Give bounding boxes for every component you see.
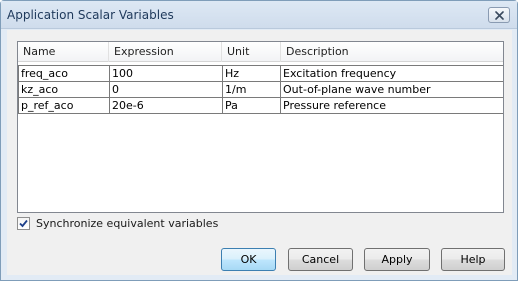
checkmark-icon	[19, 219, 28, 228]
cell-unit[interactable]: Hz	[223, 65, 281, 82]
variables-table: Name Expression Unit Description freq_ac…	[17, 41, 504, 213]
table-row[interactable]: p_ref_aco 20e-6 Pa Pressure reference	[18, 97, 503, 114]
cell-unit[interactable]: Pa	[223, 97, 281, 114]
cell-expression[interactable]: 20e-6	[110, 97, 223, 114]
ok-button[interactable]: OK	[221, 248, 276, 271]
help-button[interactable]: Help	[441, 248, 505, 271]
cell-expression[interactable]: 100	[110, 65, 223, 82]
cell-unit[interactable]: 1/m	[223, 81, 281, 98]
apply-button[interactable]: Apply	[364, 248, 430, 271]
dialog-window: Application Scalar Variables Name Expres…	[0, 0, 518, 281]
table-header: Name Expression Unit Description	[18, 42, 503, 62]
table-row[interactable]: kz_aco 0 1/m Out-of-plane wave number	[18, 81, 503, 98]
synchronize-checkbox[interactable]	[17, 217, 30, 230]
dialog-body: Name Expression Unit Description freq_ac…	[7, 30, 512, 275]
cell-description[interactable]: Excitation frequency	[281, 65, 503, 82]
cell-description[interactable]: Out-of-plane wave number	[281, 81, 503, 98]
cell-description[interactable]: Pressure reference	[281, 97, 503, 114]
close-icon	[494, 10, 504, 20]
synchronize-label: Synchronize equivalent variables	[36, 217, 219, 230]
column-header-name[interactable]: Name	[18, 42, 109, 62]
cell-expression[interactable]: 0	[110, 81, 223, 98]
cancel-button[interactable]: Cancel	[288, 248, 353, 271]
column-header-description[interactable]: Description	[281, 42, 503, 62]
close-button[interactable]	[488, 7, 510, 23]
cell-name[interactable]: kz_aco	[18, 81, 110, 98]
dialog-title: Application Scalar Variables	[7, 8, 174, 22]
table-row[interactable]: freq_aco 100 Hz Excitation frequency	[18, 65, 503, 82]
cell-name[interactable]: freq_aco	[18, 65, 110, 82]
column-header-expression[interactable]: Expression	[109, 42, 222, 62]
cell-name[interactable]: p_ref_aco	[18, 97, 110, 114]
column-header-unit[interactable]: Unit	[222, 42, 281, 62]
title-bar: Application Scalar Variables	[1, 1, 517, 29]
